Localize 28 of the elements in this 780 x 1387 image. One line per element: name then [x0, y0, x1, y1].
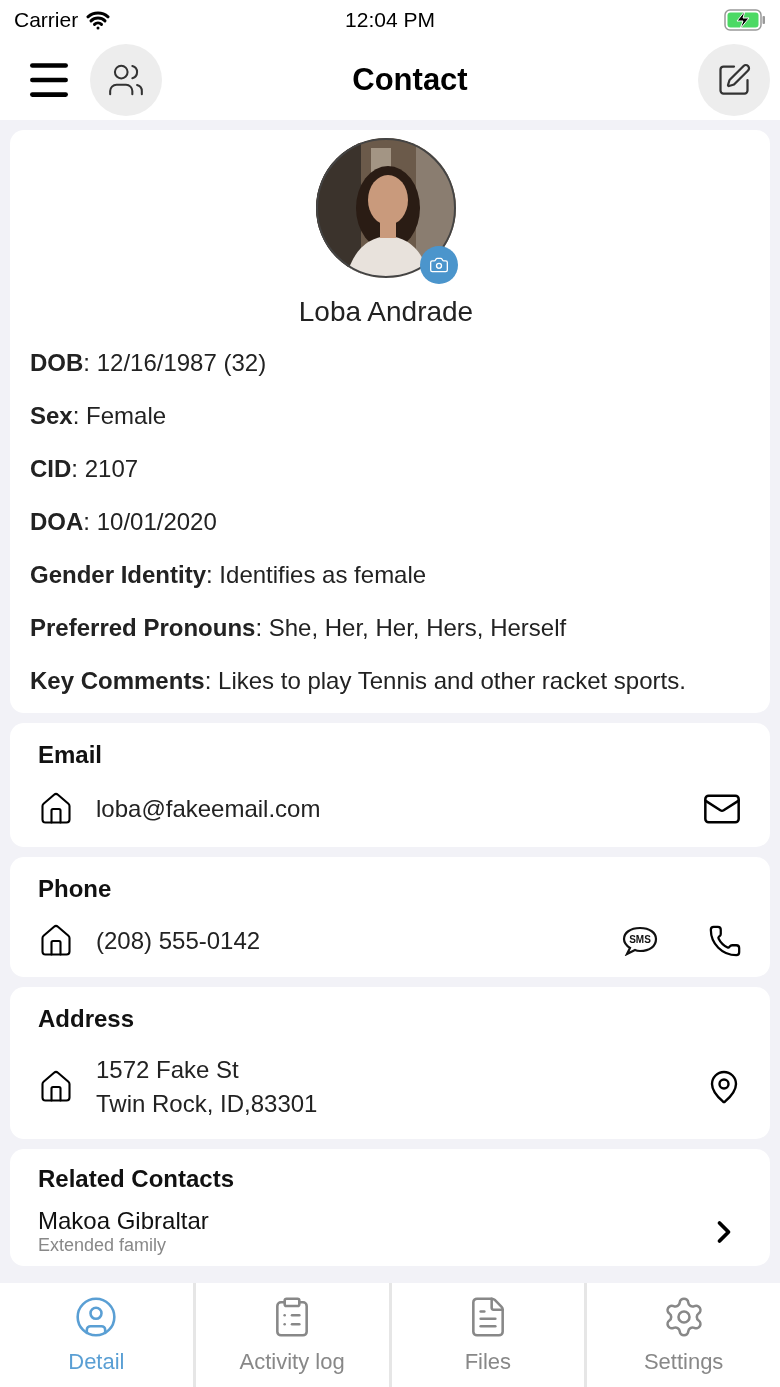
- page-title: Contact: [351, 62, 469, 98]
- camera-button[interactable]: [420, 246, 458, 284]
- carrier-name: Carrier: [14, 8, 79, 32]
- person-icon: [74, 1295, 119, 1339]
- call-button[interactable]: [708, 924, 742, 958]
- edit-icon: [716, 62, 752, 98]
- detail-line: DOA: 10/01/2020: [30, 507, 218, 536]
- section-title: Phone: [38, 875, 113, 903]
- sms-button[interactable]: SMS: [622, 926, 658, 956]
- home-icon: [38, 923, 74, 959]
- phone-number: (208) 555-0142: [96, 926, 262, 956]
- contact-name: Loba Andrade: [297, 296, 475, 328]
- detail-line: Sex: Female: [30, 401, 168, 430]
- related-contact-item[interactable]: Makoa Gibraltar Extended family: [38, 1207, 742, 1256]
- home-icon: [38, 791, 74, 827]
- home-icon: [38, 1069, 74, 1105]
- street-address: 1572 Fake St Twin Rock, ID,83301: [96, 1055, 319, 1119]
- detail-line: Preferred Pronouns: She, Her, Her, Hers, Herself: [30, 613, 568, 642]
- detail-line: Key Comments: Likes to play Tennis and other racket sports.: [30, 666, 687, 695]
- clock-time: 12:04 PM: [345, 8, 435, 32]
- camera-icon: [429, 255, 449, 275]
- section-title: Email: [38, 741, 104, 769]
- email-address: loba@fakeemail.com: [96, 794, 322, 824]
- section-title: Address: [38, 1005, 136, 1033]
- section-title: Related Contacts: [38, 1165, 236, 1193]
- detail-line: CID: 2107: [30, 454, 140, 483]
- detail-line: DOB: 12/16/1987 (32): [30, 348, 268, 377]
- detail-line: Gender Identity: Identifies as female: [30, 560, 428, 589]
